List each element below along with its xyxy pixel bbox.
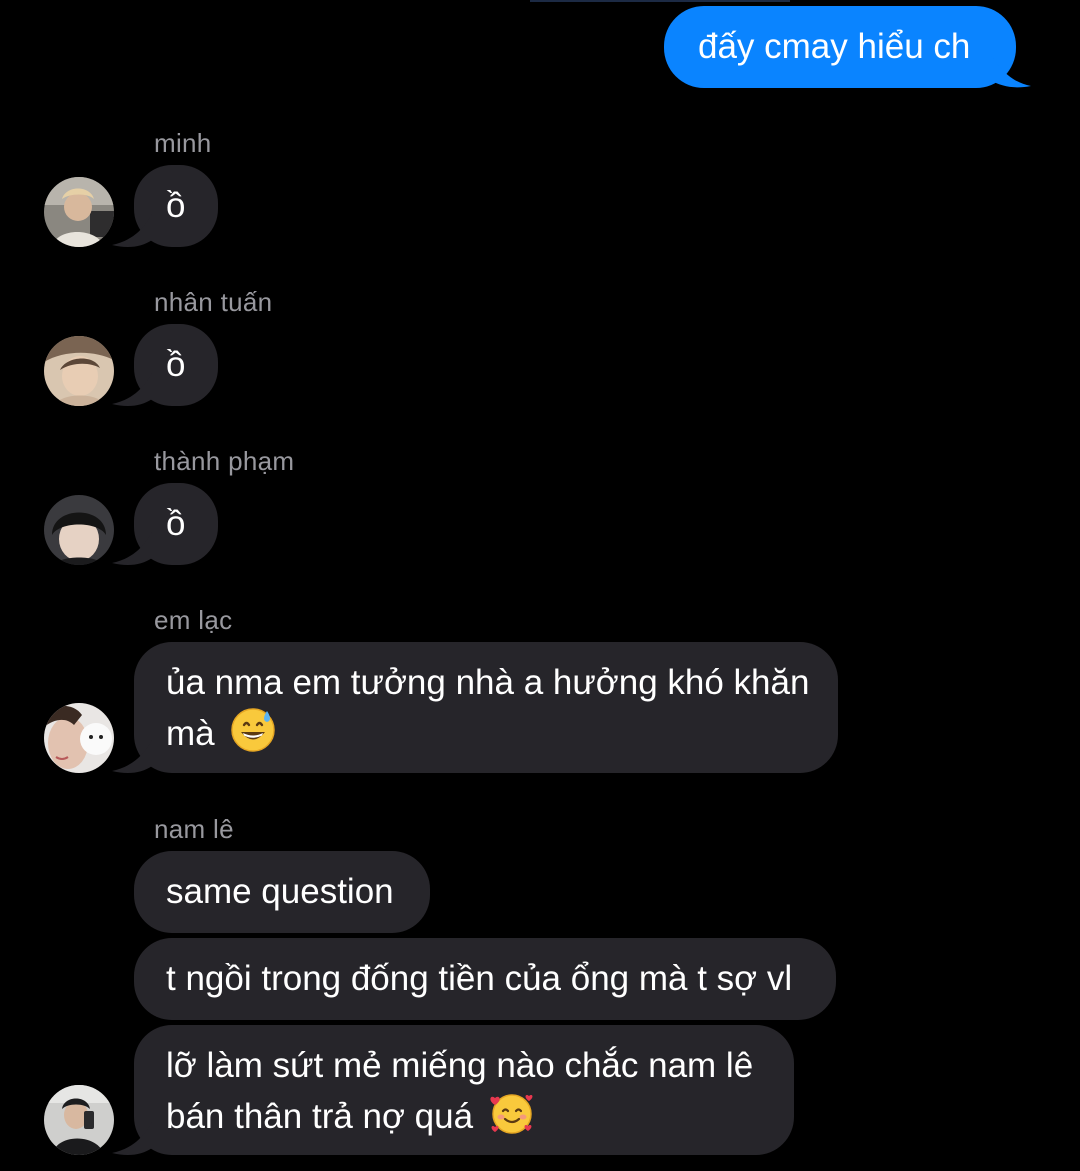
message-text-line-2: bán thân trả nợ quá bbox=[166, 1090, 762, 1141]
avatar-nhan-tuan-photo[interactable] bbox=[44, 336, 114, 406]
message-text: ồ bbox=[166, 504, 186, 543]
sender-name-em-lac: em lạc bbox=[154, 605, 233, 635]
avatar-thanh-pham-photo[interactable] bbox=[44, 495, 114, 565]
avatar-nam-le-photo[interactable] bbox=[44, 1085, 114, 1155]
message-text-line-2: mà bbox=[166, 707, 806, 758]
message-text: t ngồi trong đống tiền của ổng mà t sợ v… bbox=[166, 959, 793, 998]
sender-name-thanh-pham: thành phạm bbox=[154, 446, 295, 476]
message-text: ồ bbox=[166, 186, 186, 225]
incoming-bubble-tail bbox=[112, 532, 152, 566]
message-bubble[interactable]: t ngồi trong đống tiền của ổng mà t sợ v… bbox=[134, 938, 836, 1020]
grinning-face-with-sweat-icon bbox=[231, 708, 276, 752]
message-text-line-2-text: bán thân trả nợ quá bbox=[166, 1097, 474, 1136]
message-text: ồ bbox=[166, 345, 186, 384]
avatar-em-lac-photo[interactable] bbox=[44, 703, 114, 773]
sender-name-minh: minh bbox=[154, 128, 212, 158]
message-bubble[interactable]: same question bbox=[134, 851, 430, 933]
message-text-line-2-text: mà bbox=[166, 714, 215, 753]
sender-name-nhan-tuan: nhân tuấn bbox=[154, 287, 273, 317]
incoming-bubble-tail bbox=[112, 1122, 152, 1156]
message-text-line-1: lỡ làm sứt mẻ miếng nào chắc nam lê bbox=[166, 1046, 754, 1085]
smiling-face-with-hearts-icon bbox=[490, 1094, 533, 1134]
message-text-line-1: ủa nma em tưởng nhà a hưởng khó khăn bbox=[166, 663, 810, 702]
incoming-bubble-tail bbox=[112, 214, 152, 248]
top-edge-indicator bbox=[530, 0, 790, 2]
outgoing-bubble-tail bbox=[990, 54, 1031, 88]
message-bubble[interactable]: ủa nma em tưởng nhà a hưởng khó khăn mà bbox=[134, 642, 838, 773]
message-bubble[interactable]: lỡ làm sứt mẻ miếng nào chắc nam lê bán … bbox=[134, 1025, 794, 1155]
message-text: same question bbox=[166, 872, 394, 911]
outgoing-message-bubble[interactable]: đấy cmay hiểu ch bbox=[664, 6, 1016, 88]
avatar-minh-photo[interactable] bbox=[44, 177, 114, 247]
incoming-bubble-tail bbox=[112, 740, 152, 774]
incoming-bubble-tail bbox=[112, 373, 152, 407]
sender-name-nam-le: nam lê bbox=[154, 814, 234, 844]
outgoing-message-text: đấy cmay hiểu ch bbox=[698, 27, 971, 66]
